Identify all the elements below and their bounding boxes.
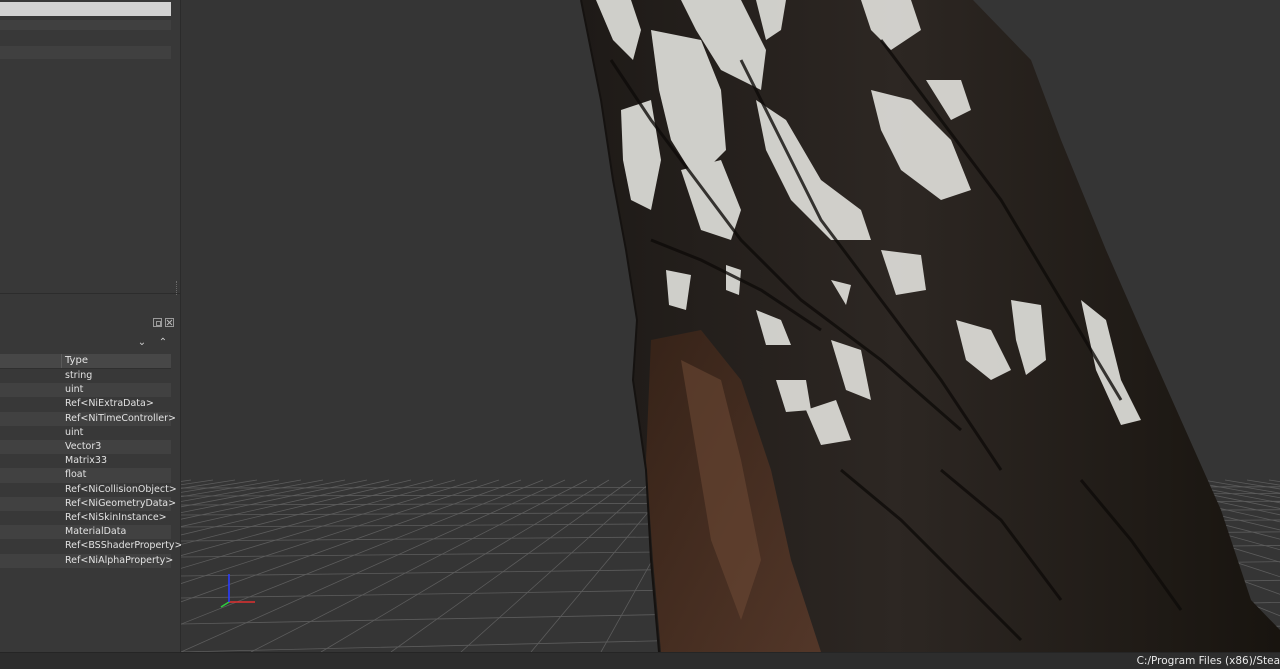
cell-type: MaterialData <box>65 526 127 538</box>
status-file-path: C:/Program Files (x86)/Stea <box>1136 655 1280 667</box>
dock-float-button[interactable] <box>153 318 162 327</box>
table-row[interactable]: Ref<BSShaderProperty> <box>0 539 183 553</box>
cell-type: Ref<BSShaderProperty> <box>65 540 183 552</box>
left-dock-panel: ⌄ ⌃ Type string uint Ref<NiExtraData> Ref<N… <box>0 0 183 652</box>
render-viewport[interactable] <box>181 0 1280 652</box>
chevron-down-icon[interactable]: ⌄ <box>136 337 148 349</box>
table-row[interactable]: Vector3 <box>0 440 171 455</box>
table-row[interactable]: Ref<NiExtraData> <box>0 397 171 411</box>
table-row[interactable]: float <box>0 468 171 483</box>
chevron-up-icon[interactable]: ⌃ <box>157 337 169 349</box>
column-header-label: Type <box>65 355 88 366</box>
cell-type: Ref<NiCollisionObject> <box>65 483 177 495</box>
table-row[interactable]: MaterialData <box>0 525 171 540</box>
table-row[interactable]: string <box>0 369 171 383</box>
cell-type: uint <box>65 384 84 396</box>
table-row[interactable]: Matrix33 <box>0 454 171 468</box>
cell-type: Ref<NiExtraData> <box>65 398 154 410</box>
table-row[interactable]: Ref<NiCollisionObject> <box>0 483 177 497</box>
cell-type: Ref<NiTimeController> <box>65 412 177 424</box>
cell-type: Ref<NiGeometryData> <box>65 497 177 509</box>
column-separator[interactable] <box>61 354 62 368</box>
table-row[interactable]: Ref<NiTimeController> <box>0 411 176 426</box>
tree-trunk-mesh <box>580 0 1280 652</box>
cell-type: Matrix33 <box>65 455 107 467</box>
status-bar: C:/Program Files (x86)/Stea <box>0 652 1280 669</box>
axis-gizmo <box>220 574 255 608</box>
block-list-selected-row[interactable] <box>0 2 171 16</box>
block-list-row[interactable] <box>0 46 171 59</box>
panel-splitter[interactable] <box>0 293 180 294</box>
cell-type: float <box>65 469 87 481</box>
block-list-row[interactable] <box>0 20 171 30</box>
cell-type: Vector3 <box>65 441 102 452</box>
table-row[interactable]: Ref<NiGeometryData> <box>0 496 176 511</box>
cell-type: string <box>65 370 93 381</box>
cell-type: uint <box>65 426 84 438</box>
dock-close-button[interactable] <box>165 318 174 327</box>
table-row[interactable]: uint <box>0 426 171 440</box>
column-header-type[interactable]: Type <box>0 354 171 369</box>
table-row[interactable]: Ref<NiSkinInstance> <box>0 511 171 525</box>
cell-type: Ref<NiAlphaProperty> <box>65 554 174 566</box>
cell-type: Ref<NiSkinInstance> <box>65 512 167 523</box>
table-row[interactable]: Ref<NiAlphaProperty> <box>0 553 174 568</box>
table-row[interactable]: uint <box>0 383 171 398</box>
scene-canvas <box>181 0 1280 652</box>
splitter-handle[interactable] <box>176 281 179 295</box>
